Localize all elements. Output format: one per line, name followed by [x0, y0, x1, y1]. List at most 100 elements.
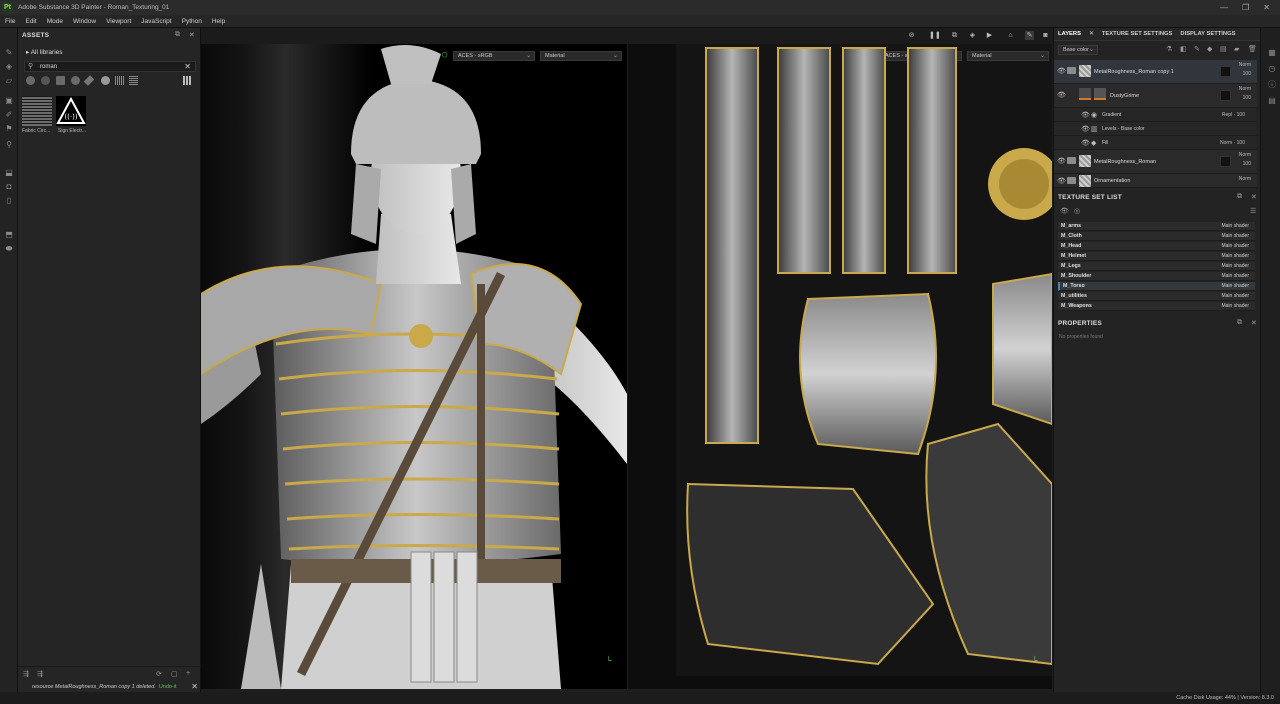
pause-icon[interactable]: ❚❚: [929, 31, 941, 40]
layer-mask[interactable]: [1220, 90, 1231, 101]
add-fill-layer-icon[interactable]: ◆: [1207, 45, 1212, 53]
layer-item[interactable]: 👁 MetalRoughness_Roman Norm 100: [1054, 150, 1257, 174]
view-mode-icon[interactable]: ⧉: [950, 31, 959, 40]
layer-blend-mode[interactable]: Norm: [1239, 62, 1251, 68]
texture-set-shader[interactable]: Main shader: [1221, 303, 1249, 309]
dock-history-icon[interactable]: ◷: [1267, 64, 1277, 74]
filter-brush-icon[interactable]: [83, 75, 95, 86]
layer-item[interactable]: 👁 MetalRoughness_Roman copy 1 Norm 100: [1054, 60, 1257, 84]
tab-display-settings[interactable]: DISPLAY SETTINGS: [1176, 31, 1239, 37]
effect-item[interactable]: 👁 ◉ Gradient Repl · 100: [1054, 108, 1257, 122]
layer-item[interactable]: 👁 DustyGrime Norm 100: [1054, 84, 1257, 108]
close-panel-icon[interactable]: ✕: [1251, 193, 1257, 201]
tab-texture-set-settings[interactable]: TEXTURE SET SETTINGS: [1098, 31, 1177, 37]
search-input[interactable]: roman: [40, 64, 57, 70]
paint-brush-icon[interactable]: ✎: [4, 48, 14, 58]
viewport-2d[interactable]: ⬡ ACES - sRGB⌄ Material⌄: [628, 44, 1052, 689]
eraser-icon[interactable]: ◈: [4, 62, 14, 72]
symmetry-icon[interactable]: ⌂: [1006, 31, 1015, 40]
add-icon[interactable]: +: [186, 670, 190, 677]
menu-javascript[interactable]: JavaScript: [136, 18, 176, 25]
texture-set-row-selected[interactable]: M_Torso Main shader: [1058, 282, 1255, 291]
new-folder-icon[interactable]: ▢: [171, 670, 178, 678]
filter-materials-icon[interactable]: [26, 76, 35, 85]
filter-alpha-icon[interactable]: [115, 76, 124, 85]
filter-env-icon[interactable]: [101, 76, 110, 85]
layer-blend-mode[interactable]: Norm: [1239, 86, 1251, 92]
close-panel-icon[interactable]: ✕: [1251, 319, 1257, 327]
texture-set-shader[interactable]: Main shader: [1221, 283, 1249, 289]
effect-blend[interactable]: Norm · 100: [1220, 140, 1245, 146]
add-paint-layer-icon[interactable]: ✎: [1194, 45, 1200, 53]
menu-window[interactable]: Window: [68, 18, 101, 25]
close-panel-icon[interactable]: ✕: [189, 31, 195, 39]
grid-view-icon[interactable]: [183, 76, 192, 85]
measure-icon[interactable]: ▯: [4, 196, 14, 206]
layer-blend-mode[interactable]: Norm: [1239, 176, 1251, 182]
dock-log-icon[interactable]: ▤: [1267, 96, 1277, 106]
polygon-fill-icon[interactable]: ▣: [4, 96, 14, 106]
share-icon[interactable]: ⬬: [4, 244, 14, 254]
dock-info-icon[interactable]: ⓘ: [1267, 80, 1277, 90]
screenshot-icon[interactable]: ◙: [1041, 31, 1050, 40]
effect-blend[interactable]: Repl · 100: [1222, 112, 1245, 118]
clone-icon[interactable]: ⚑: [4, 124, 14, 134]
add-folder-icon[interactable]: ▰: [1234, 45, 1239, 53]
visibility-eye-icon[interactable]: 👁: [1057, 91, 1066, 99]
undo-link[interactable]: Undo-it: [159, 684, 177, 690]
minimize-icon[interactable]: —: [1220, 3, 1228, 12]
add-mask-icon[interactable]: ◧: [1180, 45, 1187, 53]
asset-thumb-fabric[interactable]: [22, 96, 52, 126]
filter-grid-icon[interactable]: [129, 76, 138, 85]
material-picker-icon[interactable]: ⚲: [4, 140, 14, 150]
effect-item[interactable]: 👁 ▥ Levels - Base color: [1054, 122, 1257, 136]
texture-set-row[interactable]: M_Helmet Main shader: [1058, 252, 1255, 261]
maximize-icon[interactable]: ❐: [1242, 3, 1249, 12]
clear-search-icon[interactable]: ✕: [184, 62, 191, 71]
paint-mode-icon[interactable]: ✎: [1025, 31, 1034, 40]
camera-icon[interactable]: ▶: [985, 31, 994, 40]
layer-opacity[interactable]: 100: [1243, 95, 1251, 101]
solo-icon[interactable]: ◎: [1074, 207, 1080, 215]
menu-viewport[interactable]: Viewport: [101, 18, 136, 25]
library-selector[interactable]: ▸ All libraries: [26, 48, 63, 56]
menu-file[interactable]: File: [0, 18, 20, 25]
layer-mask[interactable]: [1220, 156, 1231, 167]
texture-set-row[interactable]: M_Weapons Main shader: [1058, 302, 1255, 311]
visibility-eye-icon[interactable]: 👁: [1081, 111, 1090, 119]
texture-set-row[interactable]: M_Shoulder Main shader: [1058, 272, 1255, 281]
filter-smart-icon[interactable]: [41, 76, 50, 85]
texture-set-shader[interactable]: Main shader: [1221, 253, 1249, 259]
texture-set-shader[interactable]: Main shader: [1221, 233, 1249, 239]
layer-opacity[interactable]: 100: [1243, 71, 1251, 77]
viewport-3d[interactable]: ⬡ ACES - sRGB ⌄ Material ⌄ └: [201, 44, 627, 689]
dock-assets-icon[interactable]: ▦: [1267, 48, 1277, 58]
refresh-icon[interactable]: ⟳: [156, 670, 162, 678]
texture-set-shader[interactable]: Main shader: [1221, 243, 1249, 249]
add-group-icon[interactable]: ▤: [1220, 45, 1227, 53]
menu-edit[interactable]: Edit: [20, 18, 41, 25]
save-preset-icon[interactable]: ⇶: [37, 670, 43, 678]
import-icon[interactable]: ⇶: [23, 670, 29, 678]
smudge-icon[interactable]: ✐: [4, 110, 14, 120]
layer-opacity[interactable]: 100: [1243, 161, 1251, 167]
visibility-eye-icon[interactable]: 👁: [1057, 67, 1066, 75]
export-icon[interactable]: ⬒: [4, 230, 14, 240]
asset-thumb-sign[interactable]: ((·)): [56, 96, 86, 126]
texture-set-row[interactable]: M_utilities Main shader: [1058, 292, 1255, 301]
projection-icon[interactable]: ▱: [4, 76, 14, 86]
texture-set-row[interactable]: M_Cloth Main shader: [1058, 232, 1255, 241]
texture-set-shader[interactable]: Main shader: [1221, 293, 1249, 299]
layer-mask[interactable]: [1220, 66, 1231, 77]
menu-python[interactable]: Python: [177, 18, 207, 25]
undock-icon[interactable]: ⧉: [1237, 193, 1242, 201]
undock-icon[interactable]: ⧉: [1237, 319, 1242, 327]
texture-set-row[interactable]: M_Legs Main shader: [1058, 262, 1255, 271]
visibility-eye-icon[interactable]: 👁: [1081, 125, 1090, 133]
mask-toggle-icon[interactable]: ⊘: [907, 31, 916, 40]
dismiss-log-icon[interactable]: ✕: [191, 682, 198, 692]
close-icon[interactable]: ✕: [1263, 3, 1270, 12]
delete-layer-icon[interactable]: 🗑: [1248, 45, 1257, 53]
filter-textures-icon[interactable]: [56, 76, 65, 85]
texture-set-shader[interactable]: Main shader: [1221, 273, 1249, 279]
